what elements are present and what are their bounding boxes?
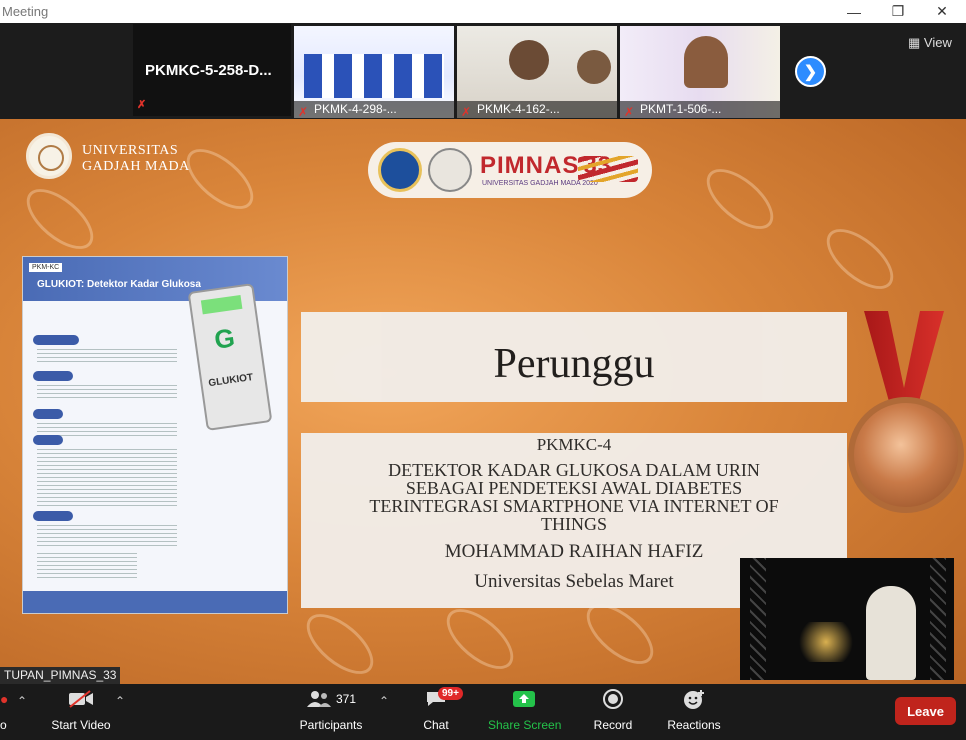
thumbnail-label: ✗ PKMK-4-298-... (294, 101, 454, 118)
smiley-icon (666, 684, 722, 714)
tut-wuri-logo-icon (378, 148, 422, 192)
project-title-line: TERINTEGRASI SMARTPHONE VIA INTERNET OF (369, 496, 779, 516)
view-button[interactable]: ▦ View (908, 35, 952, 51)
start-video-button[interactable]: Start Video (48, 684, 114, 740)
device-label: GLUKIOT (207, 372, 254, 390)
poster-title: GLUKIOT: Detektor Kadar Glukosa (37, 279, 201, 290)
muted-mic-icon: ✗ (461, 105, 472, 118)
ugm-seal-icon (428, 148, 472, 192)
event-stripes (578, 156, 638, 182)
poster-section-header (33, 511, 73, 521)
device-screen (200, 294, 243, 315)
poster-text-block (37, 349, 177, 365)
device-logo-icon: G (212, 322, 237, 355)
participant-strip: PKMKC-5-258-D... ✗ ✗ PKMK-4-298-... ✗ PKMK… (0, 23, 966, 119)
record-button[interactable]: Record (590, 684, 636, 740)
background-pattern (296, 602, 384, 684)
background-pattern (436, 597, 524, 681)
share-screen-button[interactable]: Share Screen (488, 684, 561, 740)
share-screen-icon (488, 684, 560, 714)
presenter-image (866, 586, 916, 680)
muted-mic-icon: ✗ (624, 105, 635, 118)
active-speaker-name: PKMKC-5-258-D... (145, 62, 272, 79)
grid-icon: ▦ (908, 35, 921, 50)
poster-diagram (37, 525, 177, 549)
thumbnail-image (577, 50, 611, 84)
project-title-line: SEBAGAI PENDETEKSI AWAL DIABETES (405, 478, 743, 498)
poster-diagram (37, 553, 137, 581)
stage-lights (786, 622, 866, 662)
participants-options-chevron-up-icon[interactable]: ⌃ (379, 694, 389, 708)
audio-options-chevron-up-icon[interactable]: ⌃ (17, 694, 27, 708)
background-pattern (16, 177, 104, 261)
poster-section-header (33, 409, 63, 419)
audio-button[interactable]: ● o (0, 684, 10, 740)
active-speaker-tile[interactable]: PKMKC-5-258-D... ✗ (133, 24, 291, 116)
participant-thumbnail[interactable]: ✗ PKMK-4-298-... (294, 26, 454, 118)
reactions-button[interactable]: Reactions (666, 684, 722, 740)
participants-count: 371 (335, 692, 357, 706)
record-icon (590, 684, 636, 714)
award-banner: Perunggu (301, 312, 847, 402)
presenter-video (740, 558, 954, 680)
university-name-line2: GADJAH MADA (82, 159, 190, 174)
participant-thumbnail[interactable]: ✗ PKMK-4-162-... (457, 26, 617, 118)
project-title-line: DETEKTOR KADAR GLUKOSA DALAM URIN (388, 460, 760, 480)
poster-diagram (37, 449, 177, 509)
minimize-icon[interactable]: — (834, 0, 874, 23)
poster-section-header (33, 435, 63, 445)
background-pattern (816, 217, 904, 301)
poster-section-header (33, 335, 79, 345)
chat-unread-badge: 99+ (438, 687, 463, 700)
category-label: PKMKC-4 (536, 435, 612, 454)
thumbnail-image (684, 36, 728, 88)
poster-footer (23, 591, 287, 613)
thumbnail-label: ✗ PKMT-1-506-... (620, 101, 780, 118)
shared-screen: UNIVERSITAS GADJAH MADA PIMNAS33 UNIVERS… (0, 119, 966, 684)
host-name-label: TUPAN_PIMNAS_33 (0, 667, 121, 684)
stage-truss (930, 558, 946, 680)
video-off-icon (48, 684, 114, 714)
restore-icon[interactable]: ❐ (878, 0, 918, 23)
muted-mic-icon: ✗ (298, 105, 309, 118)
glukiot-device-image: G GLUKIOT (187, 283, 273, 431)
muted-mic-icon: ✗ (137, 99, 147, 111)
award-title: Perunggu (493, 341, 655, 387)
meeting-toolbar: ● o ⌃ Start Video ⌃ 371 Participants ⌃ C… (0, 684, 966, 740)
leave-button[interactable]: Leave (895, 697, 956, 725)
muted-mic-icon: ● (0, 691, 9, 707)
bronze-medal-icon (848, 397, 964, 513)
video-options-chevron-up-icon[interactable]: ⌃ (115, 694, 125, 708)
close-icon[interactable]: ✕ (922, 0, 962, 23)
window-title: Meeting (2, 4, 49, 19)
project-title-line: THINGS (541, 514, 607, 534)
university-name-line1: UNIVERSITAS (82, 143, 179, 158)
thumbnail-image (509, 40, 549, 80)
poster-tag: PKM-KC (29, 263, 63, 272)
poster-section-header (33, 371, 73, 381)
ugm-seal-icon (26, 133, 72, 179)
thumbnail-label: ✗ PKMK-4-162-... (457, 101, 617, 118)
participant-thumbnail[interactable]: ✗ PKMT-1-506-... (620, 26, 780, 118)
next-page-button[interactable]: ❯ (795, 56, 826, 87)
participants-button[interactable]: 371 Participants (296, 684, 366, 740)
stage-truss (750, 558, 766, 680)
window-titlebar: Meeting — ❐ ✕ (0, 0, 966, 23)
poster-text-block (37, 385, 177, 401)
thumbnail-image (304, 54, 444, 98)
chevron-right-icon: ❯ (803, 63, 818, 81)
participants-icon: 371 (296, 684, 366, 714)
background-pattern (176, 137, 264, 221)
background-pattern (696, 157, 784, 241)
pimnas-banner: PIMNAS33 UNIVERSITAS GADJAH MADA 2020 (368, 142, 652, 198)
project-poster: PKM-KC GLUKIOT: Detektor Kadar Glukosa G… (22, 256, 288, 614)
